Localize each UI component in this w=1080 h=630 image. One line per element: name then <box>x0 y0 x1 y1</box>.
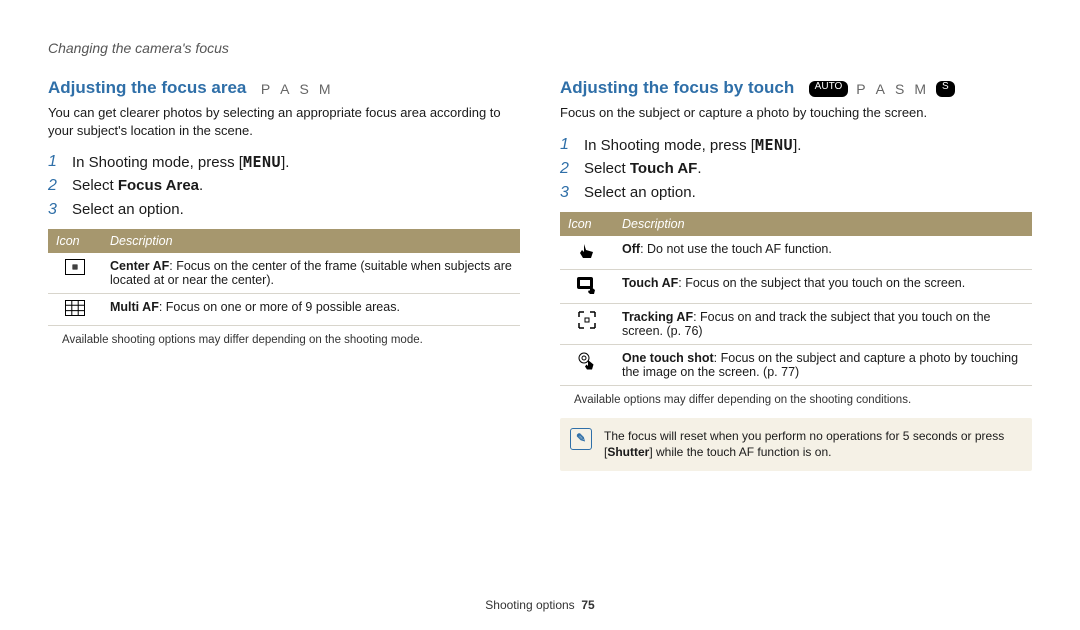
table-row: One touch shot: Focus on the subject and… <box>560 344 1032 385</box>
note-text: The focus will reset when you perform no… <box>604 429 1004 460</box>
menu-label: MENU <box>755 136 793 154</box>
mode-indicator-right: AUTO P A S M S <box>809 81 955 97</box>
mode-m: M <box>319 81 333 97</box>
step-number: 1 <box>560 136 574 154</box>
step-text: In Shooting mode, press [MENU]. <box>584 136 801 154</box>
th-icon: Icon <box>48 229 102 253</box>
focus-area-table: Icon Description Center AF: Focus on the… <box>48 229 520 326</box>
right-column: Adjusting the focus by touch AUTO P A S … <box>560 78 1032 471</box>
footnote-right: Available options may differ depending o… <box>574 394 1032 406</box>
intro-left: You can get clearer photos by selecting … <box>48 104 520 139</box>
note-icon: ✎ <box>570 428 592 450</box>
step-2: 2 Select Focus Area. <box>48 177 520 195</box>
step-3: 3 Select an option. <box>560 184 1032 202</box>
table-row: Touch AF: Focus on the subject that you … <box>560 269 1032 303</box>
step-text: Select Touch AF. <box>584 160 702 178</box>
page-footer: Shooting options 75 <box>0 598 1080 612</box>
table-row: Multi AF: Focus on one or more of 9 poss… <box>48 294 520 326</box>
section-title-right: Adjusting the focus by touch <box>560 78 794 98</box>
touch-af-table: Icon Description Off: Do not use the tou… <box>560 212 1032 386</box>
touch-af-icon <box>560 269 614 303</box>
center-af-icon <box>48 253 102 294</box>
one-touch-icon <box>560 344 614 385</box>
cell-description: Touch AF: Focus on the subject that you … <box>614 269 1032 303</box>
step-2: 2 Select Touch AF. <box>560 160 1032 178</box>
step-number: 3 <box>48 201 62 219</box>
note-box: ✎ The focus will reset when you perform … <box>560 418 1032 472</box>
table-row: Center AF: Focus on the center of the fr… <box>48 253 520 294</box>
mode-s-pill: S <box>936 81 955 97</box>
step-text: Select Focus Area. <box>72 177 203 195</box>
step-text: Select an option. <box>584 184 696 202</box>
off-icon <box>560 236 614 270</box>
mode-p: P <box>261 81 272 97</box>
steps-right: 1 In Shooting mode, press [MENU]. 2 Sele… <box>560 136 1032 202</box>
th-description: Description <box>102 229 520 253</box>
cell-description: Tracking AF: Focus on and track the subj… <box>614 303 1032 344</box>
mode-s: S <box>895 81 906 97</box>
section-title-left: Adjusting the focus area <box>48 78 246 98</box>
content-columns: Adjusting the focus area P A S M You can… <box>48 78 1032 471</box>
page-header: Changing the camera's focus <box>48 40 1032 56</box>
step-number: 2 <box>560 160 574 178</box>
steps-left: 1 In Shooting mode, press [MENU]. 2 Sele… <box>48 153 520 219</box>
cell-description: Multi AF: Focus on one or more of 9 poss… <box>102 294 520 326</box>
mode-p: P <box>856 81 867 97</box>
step-number: 1 <box>48 153 62 171</box>
mode-a: A <box>876 81 887 97</box>
mode-m: M <box>914 81 928 97</box>
step-number: 3 <box>560 184 574 202</box>
cell-description: One touch shot: Focus on the subject and… <box>614 344 1032 385</box>
cell-description: Center AF: Focus on the center of the fr… <box>102 253 520 294</box>
mode-indicator-left: P A S M <box>261 81 333 97</box>
mode-auto-pill: AUTO <box>809 81 849 97</box>
footer-label: Shooting options <box>485 598 574 612</box>
step-1: 1 In Shooting mode, press [MENU]. <box>560 136 1032 154</box>
footnote-left: Available shooting options may differ de… <box>62 334 520 346</box>
tracking-af-icon <box>560 303 614 344</box>
menu-label: MENU <box>243 153 281 171</box>
mode-a: A <box>280 81 291 97</box>
mode-s: S <box>300 81 311 97</box>
step-3: 3 Select an option. <box>48 201 520 219</box>
multi-af-icon <box>48 294 102 326</box>
step-text: In Shooting mode, press [MENU]. <box>72 153 289 171</box>
table-row: Off: Do not use the touch AF function. <box>560 236 1032 270</box>
left-column: Adjusting the focus area P A S M You can… <box>48 78 520 471</box>
page-number: 75 <box>581 598 594 612</box>
th-description: Description <box>614 212 1032 236</box>
cell-description: Off: Do not use the touch AF function. <box>614 236 1032 270</box>
table-row: Tracking AF: Focus on and track the subj… <box>560 303 1032 344</box>
step-1: 1 In Shooting mode, press [MENU]. <box>48 153 520 171</box>
step-text: Select an option. <box>72 201 184 219</box>
th-icon: Icon <box>560 212 614 236</box>
step-number: 2 <box>48 177 62 195</box>
intro-right: Focus on the subject or capture a photo … <box>560 104 1032 122</box>
